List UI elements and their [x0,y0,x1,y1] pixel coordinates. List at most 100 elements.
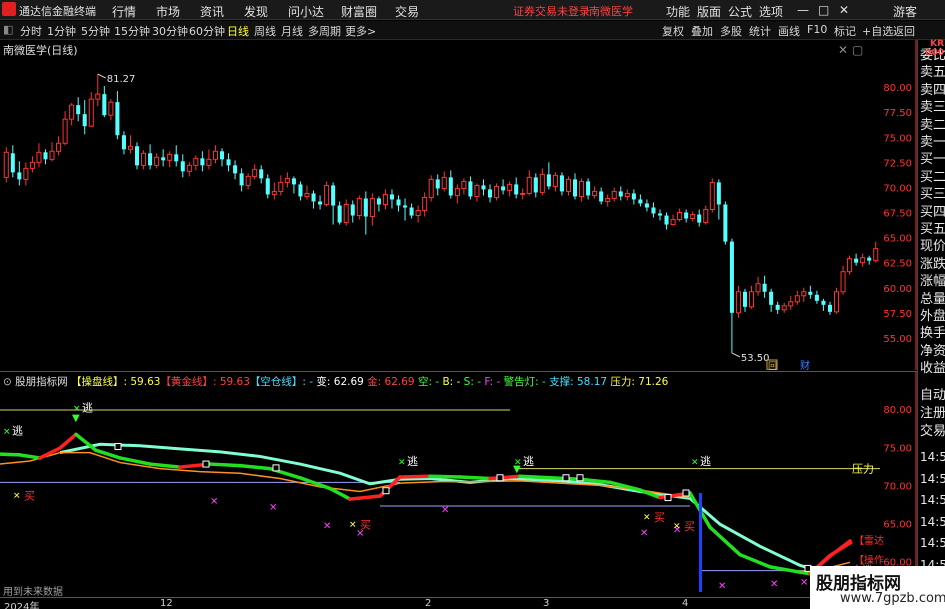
pane-expand-icon[interactable]: ▢ [852,43,863,57]
indicator-item-value: : - [489,376,501,388]
toolbar-prev-icon[interactable]: ◧ [3,23,13,36]
indicator-chart[interactable]: 80.0075.0070.0065.0060.00✕✕✕✕✕✕ ✕✕ ✕ ✕✕ 买✕ 买✕… [0,372,917,598]
operate-label: 【操作 [854,553,884,566]
close-button[interactable]: ✕ [839,3,849,17]
low-pointer [731,352,741,358]
menu-shichang[interactable]: 市场 [156,3,180,20]
indicator-pane[interactable]: 80.00 75.00 70.00 65.00 60.00 ✕ ✕ ✕ ✕ ✕ ✕ ✕ ✕ ✕ ✕ ✕ 买 ✕ 买 ✕… [0,371,917,598]
candle-body [278,181,284,192]
tick-time: 14:56 [920,536,945,550]
y-tick-label: 65.00 [883,234,912,245]
menu-gongshi[interactable]: 公式 [728,3,752,20]
period-multi[interactable]: 多周期 [308,23,341,39]
side-panel-label[interactable]: 买二 [920,166,945,185]
side-panel-label[interactable]: 卖一 [920,131,945,150]
side-panel-label[interactable]: 现价 [920,235,945,254]
side-panel-label[interactable]: 自动 [920,384,945,403]
menu-hangqing[interactable]: 行情 [112,3,136,20]
candle-body [428,178,434,198]
btn-f10[interactable]: F10 [807,23,827,36]
y-tick-label: 72.50 [883,158,912,169]
candle-body [664,215,669,225]
menu-wenxiaoda[interactable]: 问小达 [288,3,324,20]
btn-tongji[interactable]: 统计 [749,23,771,39]
period-5min[interactable]: 5分钟 [81,23,110,39]
period-day[interactable]: 日线 [227,23,249,39]
side-panel-label[interactable]: 涨跌 [920,253,945,272]
candle-body [794,295,800,303]
side-panel-label[interactable]: 卖二 [920,114,945,133]
menu-xuanxiang[interactable]: 选项 [759,3,783,20]
btn-fanhui[interactable]: 返回 [893,23,915,39]
candle-body [108,101,114,116]
operate-line-segment [0,452,22,457]
menu-banmian[interactable]: 版面 [697,3,721,20]
side-panel-label[interactable]: 收益 [920,357,945,376]
maximize-button[interactable]: □ [818,3,829,17]
side-panel-label[interactable]: 卖三 [920,96,945,115]
signal-x-mark: ✕ [323,521,331,532]
candle-body [369,197,375,218]
app-logo-icon [2,2,16,16]
candle-body [350,204,355,216]
pane-close-icon[interactable]: ✕ [838,43,848,57]
side-panel-label[interactable]: 换手 [920,322,945,341]
side-panel-label[interactable]: 交易 [920,420,945,439]
period-1min[interactable]: 1分钟 [47,23,76,39]
marker-cai: 财 [800,359,810,370]
side-panel-label[interactable]: 外盘 [920,305,945,324]
user-guest[interactable]: 游客 [893,3,917,20]
period-fenshi[interactable]: 分时 [20,23,42,39]
period-30min[interactable]: 30分钟 [152,23,188,39]
btn-fuquan[interactable]: 复权 [662,23,684,39]
menu-gongneng[interactable]: 功能 [666,3,690,20]
indicator-values: 【操盘线】: 59.63【黄金线】: 59.63【空仓线】: - 变: 62.6… [71,376,668,388]
side-panel-label[interactable]: 买三 [920,183,945,202]
period-month[interactable]: 月线 [281,23,303,39]
signal-square [682,489,690,497]
indicator-settings-icon[interactable]: ⊙ [3,376,12,388]
btn-zixuan[interactable]: +自选 [862,23,893,39]
pressure-label: 压力 [852,463,874,476]
side-panel-label[interactable]: 卖五 [920,61,945,80]
menu-faxian[interactable]: 发现 [244,3,268,20]
indicator-name[interactable]: 股朋指标网 [15,376,68,388]
side-panel-label[interactable]: 买五 [920,218,945,237]
y-tick-label: 80.00 [883,83,912,94]
period-15min[interactable]: 15分钟 [114,23,150,39]
btn-biaoji[interactable]: 标记 [834,23,856,39]
menu-jiaoyi[interactable]: 交易 [395,3,419,20]
candle-body [186,164,192,172]
side-panel-label[interactable]: 卖四 [920,79,945,98]
menu-zixun[interactable]: 资讯 [200,3,224,20]
menu-caifuquan[interactable]: 财富圈 [341,3,377,20]
btn-huaxian[interactable]: 画线 [778,23,800,39]
future-data-note: 用到未来数据 [3,587,63,598]
stock-code-badge[interactable]: KR 000 [917,40,945,58]
candle-body [311,193,316,202]
escape-label: 逃 [700,455,711,468]
period-60min[interactable]: 60分钟 [189,23,225,39]
y-tick-label: 75.00 [883,133,912,144]
btn-duogu[interactable]: 多股 [720,23,742,39]
side-panel-label[interactable]: 注册 [920,402,945,421]
candle-body [43,152,48,160]
candlestick-chart[interactable]: 80.00 77.50 75.00 72.50 70.00 67.50 65.00 62.50… [0,40,917,370]
y-tick-label: 77.50 [883,108,912,119]
main-chart-title: 南微医学(日线) [3,44,78,57]
main-chart-pane[interactable]: 80.00 77.50 75.00 72.50 70.00 67.50 65.00 62.50… [0,40,917,370]
side-panel-label[interactable]: 涨幅 [920,270,945,289]
side-panel-label[interactable]: 买一 [920,148,945,167]
minimize-button[interactable]: — [797,3,809,17]
high-label: 81.27 [107,74,136,85]
btn-diejia[interactable]: 叠加 [691,23,713,39]
period-week[interactable]: 周线 [254,23,276,39]
quote-side-panel[interactable]: 委比 卖五 卖四 卖三 卖二 卖一 买一 买二 买三 买四 买五 现价 涨跌 涨幅 总量 外盘 换手 净资 收益 自动… [917,40,945,609]
escape-label: 逃 [407,455,418,468]
side-panel-label[interactable]: 总量 [920,288,945,307]
period-more[interactable]: 更多> [345,23,376,39]
side-panel-label[interactable]: 净资 [920,340,945,359]
side-panel-label[interactable]: 买四 [920,201,945,220]
login-warning[interactable]: 证券交易未登录 [513,3,590,19]
signal-square [382,487,390,495]
